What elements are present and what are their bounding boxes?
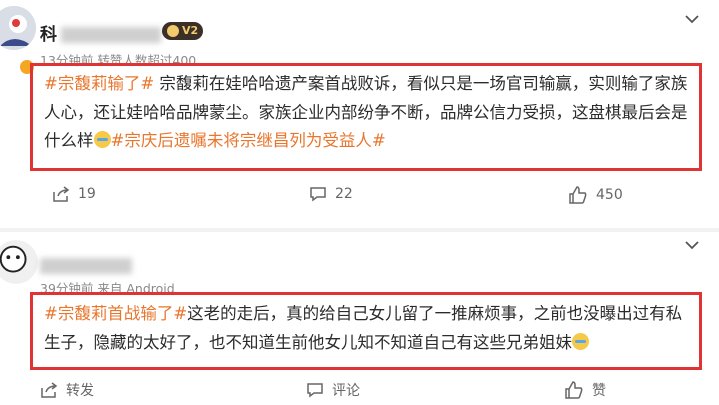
share-icon xyxy=(41,382,58,398)
comment-card: 39分钟前 来自 Android #宗馥莉首战输了#这老的走后，真的给自己女儿留… xyxy=(0,232,719,405)
chevron-down-icon[interactable] xyxy=(685,14,699,24)
share-icon xyxy=(53,186,70,202)
thumbs-up-icon xyxy=(565,381,583,399)
highlight-box: #宗馥莉首战输了#这老的走后，真的给自己女儿留了一推麻烦事，之前也没曝出过有私生… xyxy=(30,292,702,370)
comment-count: 22 xyxy=(335,186,353,202)
like-label: 赞 xyxy=(592,383,606,399)
comment-label: 评论 xyxy=(332,383,360,399)
avatar[interactable] xyxy=(0,6,36,50)
comment-card: 科 V2 13分钟前 转赞人数超过400 #宗馥莉输了# 宗馥莉在娃哈哈遗产案首… xyxy=(0,0,719,228)
share-button[interactable]: 19 xyxy=(52,186,96,202)
laugh-cry-emoji-icon xyxy=(572,332,589,350)
like-button[interactable]: 赞 xyxy=(564,380,606,400)
share-count: 19 xyxy=(78,186,96,202)
comment-text: #宗馥莉首战输了#这老的走后，真的给自己女儿留了一推麻烦事，之前也没曝出过有私生… xyxy=(44,300,689,357)
comment-icon xyxy=(307,383,323,398)
chevron-down-icon[interactable] xyxy=(685,240,699,250)
like-button[interactable]: 450 xyxy=(568,186,623,204)
hashtag-link[interactable]: #宗馥莉首战输了# xyxy=(44,304,187,323)
avatar[interactable] xyxy=(0,240,38,284)
hashtag-link[interactable]: #宗馥莉输了# xyxy=(44,74,154,93)
comment-button[interactable]: 22 xyxy=(309,186,353,202)
share-button[interactable]: 转发 xyxy=(40,380,94,400)
comment-button[interactable]: 评论 xyxy=(306,380,360,400)
vip-badge: V2 xyxy=(162,22,204,40)
highlight-box: #宗馥莉输了# 宗馥莉在娃哈哈遗产案首战败诉，看似只是一场官司输赢，实则输了家族… xyxy=(30,63,702,171)
username[interactable] xyxy=(40,256,132,276)
comment-icon xyxy=(310,187,326,202)
username[interactable]: 科 xyxy=(40,20,161,45)
crown-icon xyxy=(167,25,179,37)
thumbs-up-icon xyxy=(569,186,587,204)
like-count: 450 xyxy=(596,187,623,203)
laugh-cry-emoji-icon xyxy=(93,131,111,148)
hashtag-link[interactable]: #宗庆后遗嘱未将宗继昌列为受益人# xyxy=(111,131,386,150)
comment-text: #宗馥莉输了# 宗馥莉在娃哈哈遗产案首战败诉，看似只是一场官司输赢，实则输了家族… xyxy=(44,70,689,156)
share-label: 转发 xyxy=(66,383,94,399)
